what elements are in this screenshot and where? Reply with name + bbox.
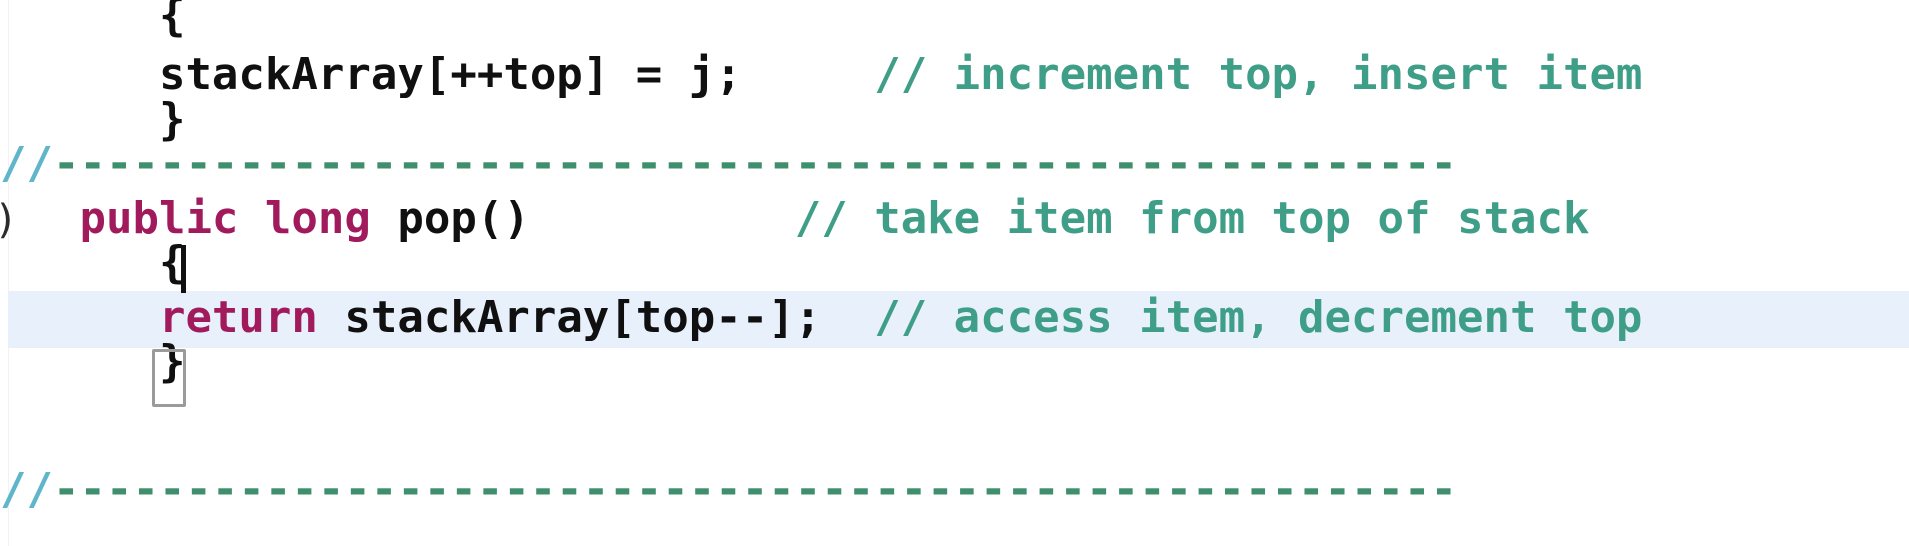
code-line-open-brace-pop[interactable]: { [0,233,1909,292]
code-text: { [158,0,186,41]
comment-slashes: // [0,464,53,515]
code-line-divider-2[interactable]: //--------------------------------------… [0,460,1909,519]
comment-slashes: // [0,138,53,189]
code-line-open-brace-push[interactable]: { [0,0,1909,45]
code-editor-viewport[interactable]: { stackArray[++top] = j; // increment to… [0,0,1909,546]
text-caret [181,245,186,293]
code-line-divider-1[interactable]: //--------------------------------------… [0,134,1909,193]
bracket-match-highlight [152,349,186,407]
comment-dashes: ----------------------------------------… [52,464,1457,515]
code-line-close-brace-pop[interactable]: } [0,332,1909,391]
comment-dashes: ----------------------------------------… [52,138,1457,189]
